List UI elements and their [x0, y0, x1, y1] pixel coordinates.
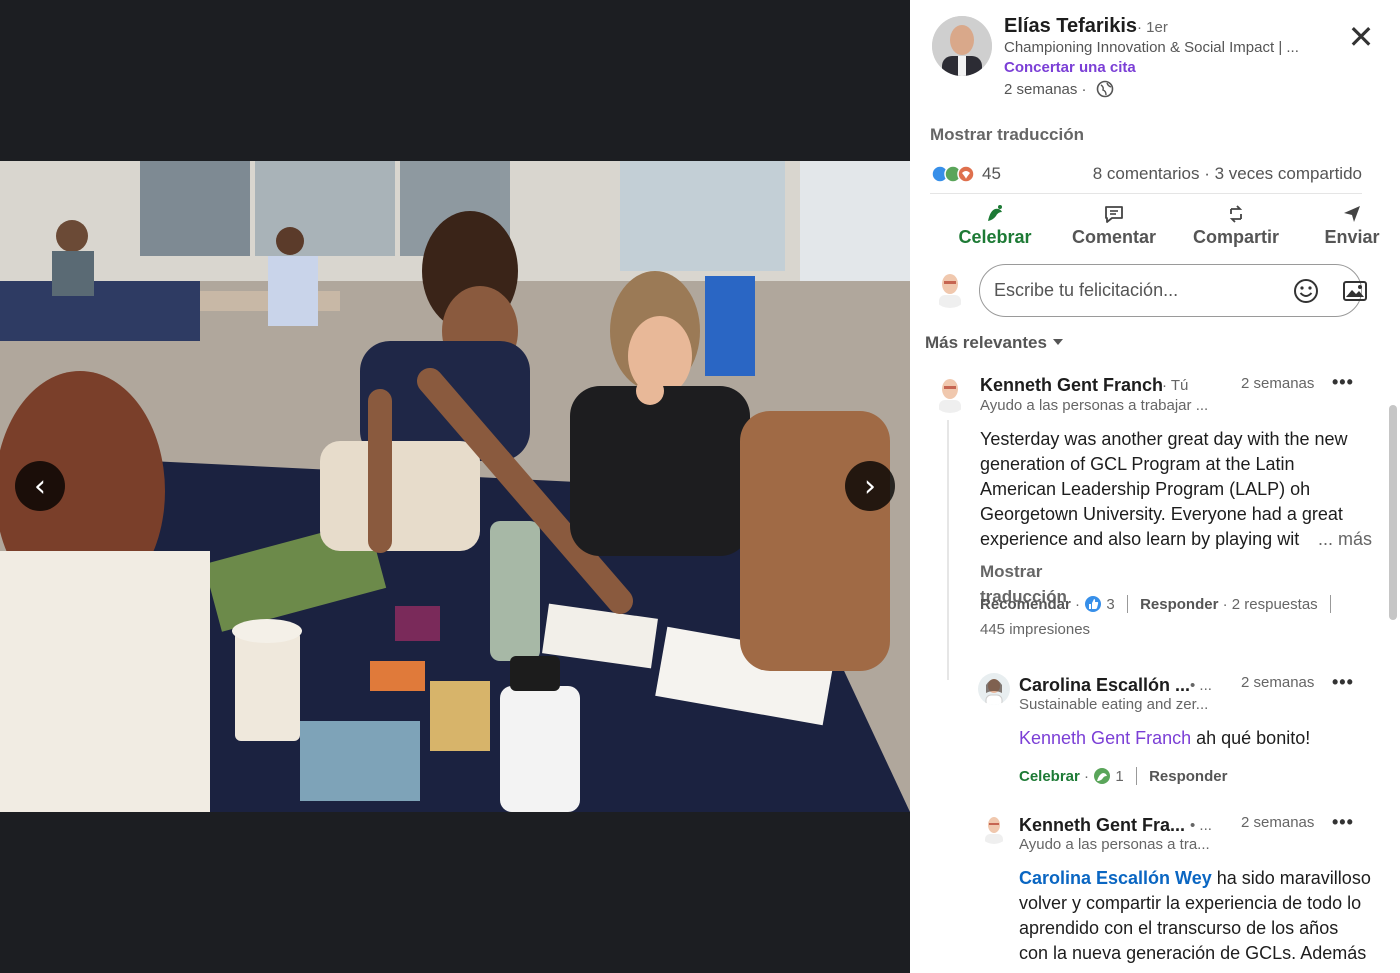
post-panel: Elías Tefarikis · 1er Championing Innova…	[910, 0, 1400, 973]
reaction-icons[interactable]	[930, 163, 982, 185]
reply-button[interactable]: Responder	[1140, 596, 1218, 613]
chevron-right-icon: ›	[864, 468, 876, 504]
thread-line	[947, 420, 949, 680]
celebrate-icon[interactable]	[1093, 767, 1111, 785]
repost-icon	[1229, 205, 1243, 223]
close-button[interactable]: ✕	[1346, 21, 1376, 53]
current-user-avatar	[930, 268, 970, 308]
photo-illustration	[0, 161, 910, 812]
book-appointment-link[interactable]: Concertar una cita	[1004, 59, 1136, 76]
author-name[interactable]: Elías Tefarikis	[1004, 15, 1137, 38]
post-photo	[0, 161, 910, 812]
caret-down-icon	[1052, 339, 1063, 345]
like-icon[interactable]	[1084, 595, 1102, 613]
repost-button[interactable]: Compartir	[1192, 203, 1280, 253]
celebrate-comment-button[interactable]: Celebrar	[1019, 768, 1080, 785]
connection-badge: • ...	[1190, 677, 1212, 694]
show-translation-link[interactable]: Mostrar traducción	[930, 125, 1084, 145]
more-options-icon[interactable]: •••	[1332, 372, 1354, 393]
reply-button[interactable]: Responder	[1149, 768, 1227, 785]
sort-label: Más relevantes	[925, 333, 1047, 352]
replies-count[interactable]: · 2 respuestas	[1223, 596, 1318, 613]
post-header: Elías Tefarikis · 1er Championing Innova…	[910, 0, 1400, 110]
comment-label: Comentar	[1071, 227, 1156, 247]
media-viewer: ‹ ›	[0, 0, 910, 973]
close-icon: ✕	[1347, 18, 1375, 56]
chevron-left-icon: ‹	[34, 468, 46, 504]
image-icon[interactable]	[1341, 277, 1369, 305]
repost-label: Compartir	[1192, 227, 1279, 247]
social-counts: 45 8 comentarios · 3 veces compartido	[930, 160, 1362, 194]
scrollbar[interactable]	[1389, 405, 1397, 620]
comment-actions: Recomendar · 3 Responder · 2 respuestas	[980, 595, 1339, 613]
more-options-icon[interactable]: •••	[1332, 812, 1354, 833]
commenter-avatar[interactable]	[978, 812, 1010, 844]
commenter-avatar[interactable]	[978, 673, 1010, 705]
comment-text: Carolina Escallón Wey ha sido maravillos…	[1019, 866, 1371, 973]
sort-comments-dropdown[interactable]: Más relevantes	[925, 333, 1063, 353]
send-icon	[1344, 206, 1360, 222]
commenter-name[interactable]: Carolina Escallón ...	[1019, 675, 1190, 696]
commenter-name[interactable]: Kenneth Gent Fra...	[1019, 815, 1185, 836]
send-label: Enviar	[1324, 227, 1380, 247]
comment-body: ah qué bonito!	[1191, 728, 1311, 748]
commenter-name[interactable]: Kenneth Gent Franch	[980, 375, 1163, 396]
author-headline: Championing Innovation & Social Impact |…	[1004, 39, 1299, 56]
celebrate-label: Celebrar	[958, 227, 1032, 247]
comment-text: Kenneth Gent Franch ah qué bonito!	[1019, 726, 1369, 751]
mention-link[interactable]: Kenneth Gent Franch	[1019, 728, 1191, 748]
see-more-link[interactable]: ... más	[1300, 527, 1372, 552]
next-image-button[interactable]: ›	[845, 461, 895, 511]
author-avatar[interactable]	[932, 16, 992, 76]
like-count: 3	[1106, 596, 1115, 613]
comment-actions: Celebrar · 1 Responder	[1019, 767, 1228, 785]
globe-icon	[1096, 80, 1114, 98]
mention-link[interactable]: Carolina Escallón Wey	[1019, 868, 1212, 888]
celebrate-icon	[988, 205, 1002, 221]
commenter-headline: Ayudo a las personas a tra...	[1019, 836, 1210, 853]
commenter-headline: Sustainable eating and zer...	[1019, 696, 1209, 713]
post-time: 2 semanas ·	[1004, 81, 1087, 98]
comment-time: 2 semanas	[1241, 375, 1315, 392]
reaction-count[interactable]: 45	[982, 164, 1001, 184]
previous-image-button[interactable]: ‹	[15, 461, 65, 511]
comment-button[interactable]: Comentar	[1066, 203, 1162, 253]
celebrate-button[interactable]: Celebrar	[950, 203, 1040, 253]
commenter-headline: Ayudo a las personas a trabajar ...	[980, 397, 1209, 414]
more-options-icon[interactable]: •••	[1332, 672, 1354, 693]
connection-degree: · 1er	[1137, 19, 1168, 36]
comments-shares-count[interactable]: 8 comentarios · 3 veces compartido	[1093, 164, 1362, 184]
celebrate-count: 1	[1115, 768, 1124, 785]
you-badge: · Tú	[1162, 377, 1189, 394]
send-button[interactable]: Enviar	[1322, 203, 1382, 253]
commenter-avatar[interactable]	[930, 373, 970, 413]
post-actions: Celebrar Comentar Compartir Enviar	[930, 203, 1400, 253]
like-comment-button[interactable]: Recomendar	[980, 596, 1071, 613]
emoji-icon[interactable]	[1292, 277, 1320, 305]
comment-composer	[930, 264, 1370, 318]
impressions-count: 445 impresiones	[980, 621, 1091, 638]
connection-badge: • ...	[1190, 817, 1212, 834]
comment-icon	[1105, 206, 1123, 223]
comment-time: 2 semanas	[1241, 674, 1315, 691]
comment-time: 2 semanas	[1241, 814, 1315, 831]
